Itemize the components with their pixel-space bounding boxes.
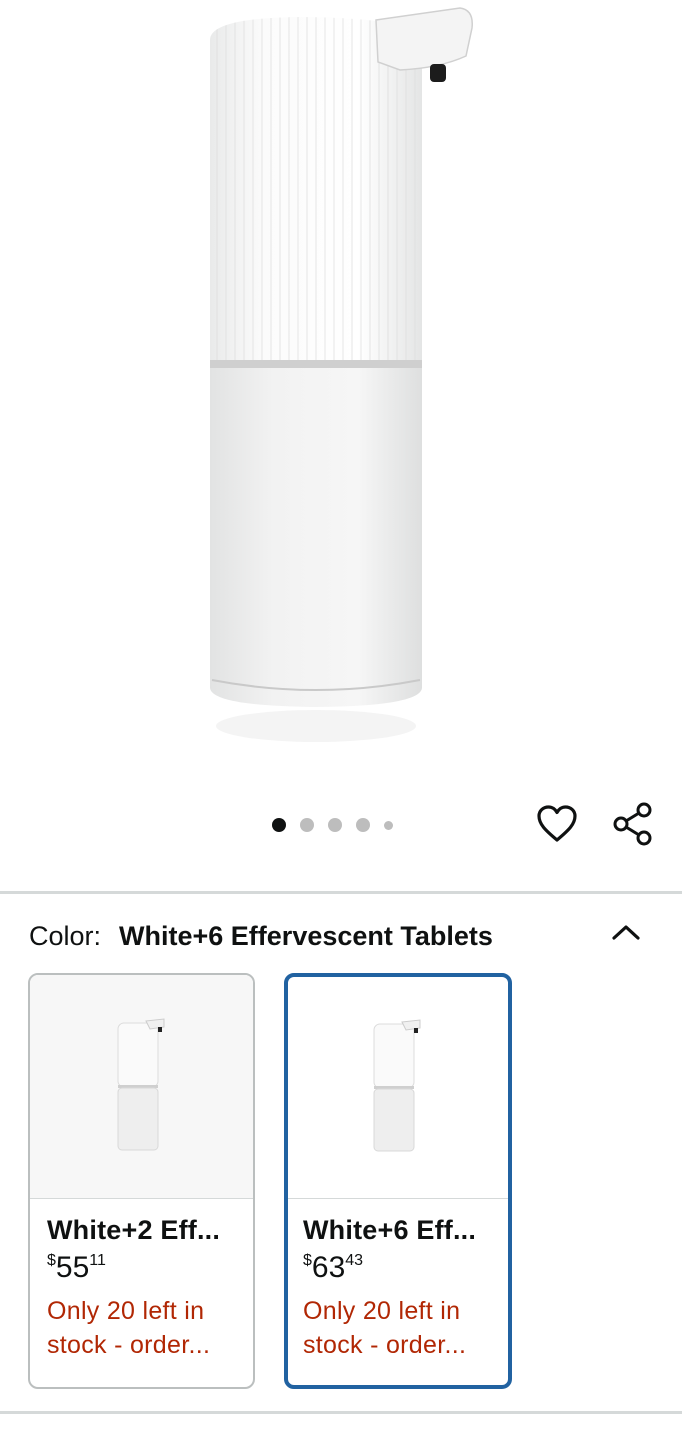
heart-icon <box>537 805 577 842</box>
variant-thumbnail <box>288 977 508 1199</box>
product-image[interactable] <box>0 0 682 760</box>
variant-thumbnail <box>30 975 253 1199</box>
stock-line-2: stock - order... <box>303 1331 467 1359</box>
price-currency: $ <box>303 1252 312 1269</box>
selected-color-value: White+6 Effervescent Tablets <box>119 920 493 951</box>
wishlist-button[interactable] <box>533 800 581 848</box>
stock-warning: Only 20 left in stock - order... <box>303 1294 508 1362</box>
stock-line-2: stock - order... <box>47 1331 211 1359</box>
share-icon <box>613 802 652 846</box>
color-selector-header: Color: White+6 Effervescent Tablets <box>29 918 659 954</box>
price-whole: 63 <box>311 1251 346 1284</box>
carousel-dot-1[interactable] <box>272 818 286 832</box>
variant-name: White+2 Eff... <box>47 1215 221 1245</box>
chevron-up-icon <box>612 925 640 940</box>
price-fraction: 43 <box>345 1252 364 1269</box>
section-divider-bottom <box>0 1411 682 1414</box>
section-divider <box>0 891 682 894</box>
color-label: Color: <box>29 920 102 951</box>
soap-dispenser-image <box>210 7 473 742</box>
carousel-dot-3[interactable] <box>328 818 342 832</box>
stock-line-1: Only 20 left in <box>47 1297 205 1325</box>
price-whole: 55 <box>55 1251 90 1284</box>
variant-price: $ 63 43 <box>303 1252 508 1284</box>
soap-dispenser-thumbnail-icon <box>117 1017 164 1150</box>
price-currency: $ <box>47 1252 56 1269</box>
image-carousel-indicator[interactable] <box>272 818 393 832</box>
share-button[interactable] <box>609 800 657 848</box>
variant-price: $ 55 11 <box>47 1252 253 1284</box>
stock-line-1: Only 20 left in <box>303 1297 461 1325</box>
variant-option-white-2[interactable]: White+2 Eff... $ 55 11 Only 20 left in s… <box>28 973 255 1389</box>
carousel-dot-4[interactable] <box>356 818 370 832</box>
variant-option-white-6[interactable]: White+6 Eff... $ 63 43 Only 20 left in s… <box>284 973 512 1389</box>
collapse-color-button[interactable] <box>606 912 646 952</box>
price-fraction: 11 <box>89 1252 106 1269</box>
variant-name: White+6 Eff... <box>303 1215 477 1245</box>
soap-dispenser-thumbnail-icon <box>373 1018 421 1151</box>
carousel-dot-5[interactable] <box>384 820 393 830</box>
stock-warning: Only 20 left in stock - order... <box>47 1294 253 1362</box>
carousel-dot-2[interactable] <box>300 818 314 832</box>
